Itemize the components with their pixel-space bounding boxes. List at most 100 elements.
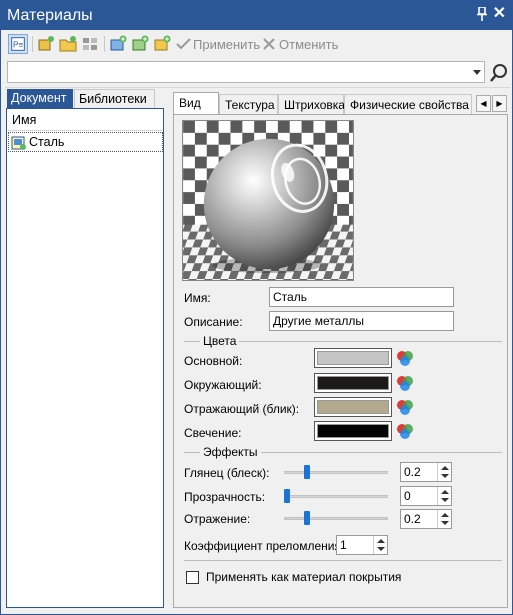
refraction-value: 1 (340, 538, 347, 552)
emission-color-swatch[interactable] (314, 421, 392, 441)
reflection-slider[interactable] (284, 510, 388, 526)
properties-tabs: Вид Текстура Штриховка Физические свойст… (173, 92, 508, 115)
transparency-slider[interactable] (284, 488, 388, 504)
toolbar-separator (104, 36, 105, 52)
material-icon (11, 136, 26, 150)
list-item[interactable]: Сталь (8, 132, 163, 152)
column-header-name[interactable]: Имя (8, 110, 162, 131)
slider-thumb[interactable] (303, 465, 310, 479)
transparency-value: 0 (404, 489, 411, 503)
search-icon[interactable] (488, 62, 510, 84)
chevron-down-icon[interactable] (377, 547, 385, 551)
transparency-stepper[interactable]: 0 (400, 486, 452, 506)
tab-scroll-arrows: ◀ ▶ (476, 95, 508, 113)
emission-color-label: Свечение: (184, 426, 242, 440)
view-tab-panel: Имя: Сталь Описание: Другие металлы Цвет… (173, 114, 508, 608)
tab-texture[interactable]: Текстура (219, 94, 278, 114)
stepper-buttons[interactable] (437, 463, 451, 481)
material-grid-icon[interactable] (80, 34, 100, 54)
refraction-label: Коэффициент преломления: (184, 539, 345, 553)
palette-icon[interactable] (396, 422, 414, 440)
specular-color-label: Отражающий (блик): (184, 402, 300, 416)
tab-view[interactable]: Вид (173, 92, 219, 115)
divider (184, 560, 502, 561)
palette-icon[interactable] (396, 374, 414, 392)
slider-thumb[interactable] (303, 511, 310, 525)
name-field[interactable]: Сталь (269, 287, 454, 307)
transparency-label: Прозрачность: (184, 490, 266, 504)
base-color-label: Основной: (184, 354, 243, 368)
chevron-down-icon[interactable] (441, 498, 449, 502)
close-icon[interactable]: ✕ (493, 5, 506, 23)
palette-icon[interactable] (396, 349, 414, 367)
slider-track (284, 517, 388, 520)
add-material-icon[interactable] (108, 34, 128, 54)
tab-document[interactable]: Документ (7, 89, 73, 108)
pin-icon[interactable] (476, 7, 488, 21)
reflection-value: 0.2 (404, 512, 421, 526)
list-item-label: Сталь (29, 135, 65, 149)
reflection-stepper[interactable]: 0.2 (400, 509, 452, 529)
coating-checkbox[interactable] (186, 571, 199, 584)
copy-material-icon[interactable] (130, 34, 150, 54)
search-row (7, 61, 510, 85)
description-field[interactable]: Другие металлы (269, 311, 454, 331)
specular-color-swatch[interactable] (314, 397, 392, 417)
title-bar: Материалы ✕ (1, 1, 512, 30)
stepper-buttons[interactable] (373, 536, 387, 554)
gloss-value: 0.2 (404, 465, 421, 479)
apply-button[interactable]: Применить (193, 37, 260, 52)
materials-window: Материалы ✕ P≡ Применить Отменить Докуме… (0, 0, 513, 615)
stepper-buttons[interactable] (437, 487, 451, 505)
effects-section-title: Эффекты (200, 445, 261, 459)
reflection-label: Отражение: (184, 512, 251, 526)
swatch-fill (317, 351, 389, 365)
tab-physical-properties[interactable]: Физические свойства (344, 94, 472, 114)
chevron-up-icon[interactable] (441, 466, 449, 470)
material-preview (182, 120, 354, 281)
gloss-slider[interactable] (284, 464, 388, 480)
toolbar-separator (32, 36, 33, 52)
window-title: Материалы (7, 7, 93, 24)
materials-list: Имя Сталь (6, 108, 164, 608)
gloss-stepper[interactable]: 0.2 (400, 462, 452, 482)
chevron-down-icon[interactable] (441, 474, 449, 478)
slider-thumb[interactable] (284, 489, 290, 503)
search-input[interactable] (7, 61, 485, 83)
gloss-label: Глянец (блеск): (184, 466, 270, 480)
effects-section: Эффекты (184, 445, 502, 459)
ambient-color-label: Окружающий: (184, 378, 262, 392)
swatch-fill (317, 424, 389, 438)
description-label: Описание: (184, 315, 243, 329)
divider (5, 87, 510, 88)
tab-scroll-left-icon[interactable]: ◀ (476, 95, 491, 112)
refraction-stepper[interactable]: 1 (336, 535, 388, 555)
swatch-fill (317, 400, 389, 414)
tab-libraries[interactable]: Библиотеки (74, 89, 155, 108)
chevron-up-icon[interactable] (441, 513, 449, 517)
chevron-down-icon[interactable] (473, 70, 481, 75)
stepper-buttons[interactable] (437, 510, 451, 528)
chevron-up-icon[interactable] (377, 539, 385, 543)
properties-view-button[interactable]: P≡ (8, 34, 28, 54)
new-material-icon[interactable] (36, 34, 56, 54)
base-color-swatch[interactable] (314, 348, 392, 368)
cancel-button[interactable]: Отменить (279, 37, 338, 52)
cross-icon (263, 38, 275, 50)
swatch-fill (317, 376, 389, 390)
colors-section-title: Цвета (200, 334, 240, 348)
svg-text:P≡: P≡ (13, 41, 23, 50)
open-folder-icon[interactable] (58, 34, 78, 54)
chevron-up-icon[interactable] (441, 490, 449, 494)
tab-hatching[interactable]: Штриховка (278, 94, 345, 114)
slider-track (284, 471, 388, 474)
tab-scroll-right-icon[interactable]: ▶ (492, 95, 507, 112)
palette-icon[interactable] (396, 398, 414, 416)
colors-section: Цвета (184, 334, 502, 348)
name-label: Имя: (184, 291, 211, 305)
coating-label: Применять как материал покрытия (206, 570, 402, 584)
import-material-icon[interactable] (152, 34, 172, 54)
checkmark-icon (176, 38, 191, 50)
chevron-down-icon[interactable] (441, 521, 449, 525)
ambient-color-swatch[interactable] (314, 373, 392, 393)
